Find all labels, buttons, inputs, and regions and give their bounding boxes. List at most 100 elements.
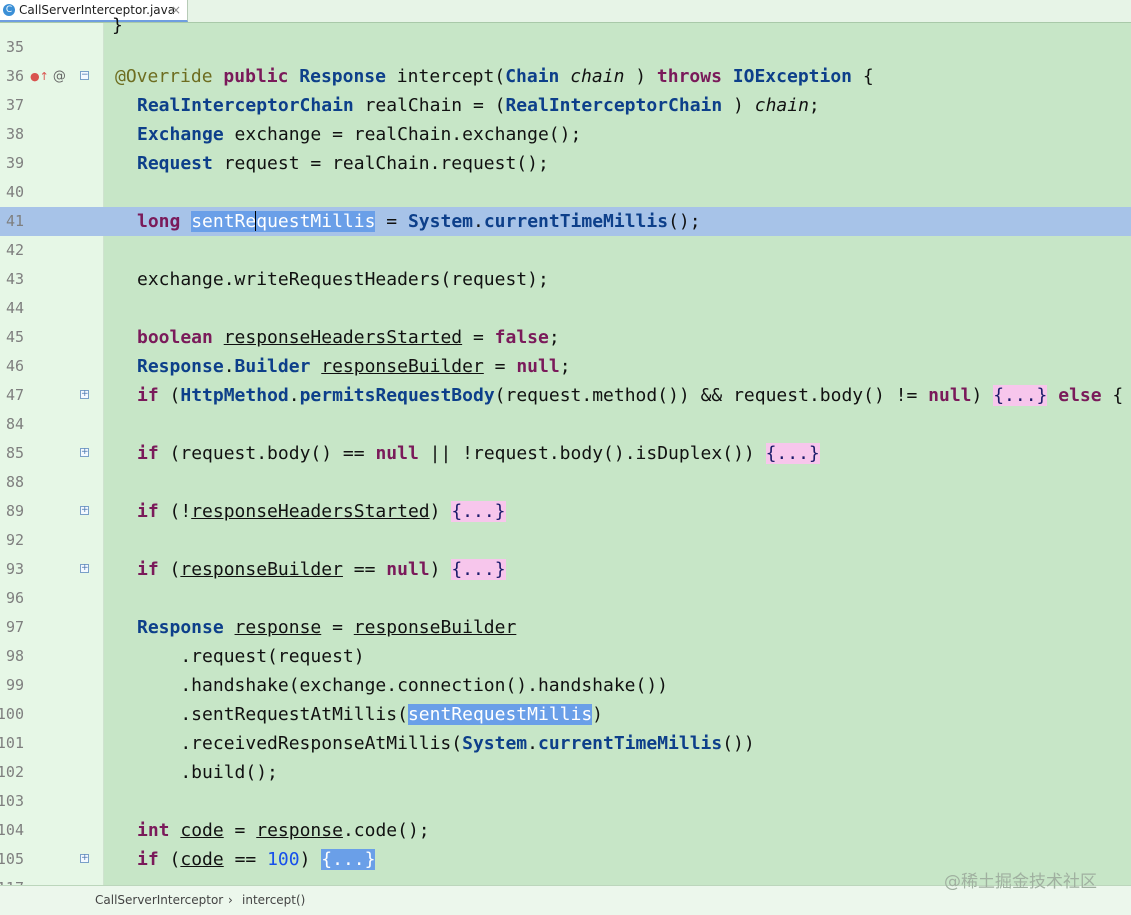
code-text[interactable]: Exchange exchange = realChain.exchange()… (137, 120, 581, 149)
code-line[interactable]: 41 long sentRequestMillis = System.curren… (0, 207, 1131, 236)
code-line[interactable]: 40 (0, 178, 1131, 207)
code-text[interactable]: if (code == 100) {...} (137, 845, 376, 874)
line-number[interactable]: 35 (0, 33, 24, 62)
code-text[interactable]: .handshake(exchange.connection().handsha… (137, 671, 668, 700)
code-line[interactable]: 46 Response.Builder responseBuilder = nul… (0, 352, 1131, 381)
code-text[interactable]: int code = response.code(); (137, 816, 430, 845)
code-line[interactable]: 85 + if (request.body() == null || !reques… (0, 439, 1131, 468)
code-line[interactable]: 99 .handshake(exchange.connection().hand… (0, 671, 1131, 700)
folded-region[interactable]: {...} (765, 443, 820, 464)
folded-region[interactable]: {...} (451, 559, 506, 580)
code-text[interactable]: .sentRequestAtMillis(sentRequestMillis) (137, 700, 603, 729)
fold-expand-icon[interactable]: + (80, 390, 89, 399)
override-arrow-icon[interactable]: ●↑ (30, 70, 49, 83)
folded-region[interactable]: {...} (321, 849, 376, 870)
breadcrumb-method[interactable]: intercept() (242, 886, 305, 915)
code-text[interactable]: if (HttpMethod.permitsRequestBody(reques… (137, 381, 1123, 410)
code-line[interactable]: 103 (0, 787, 1131, 816)
code-line[interactable]: 43 exchange.writeRequestHeaders(request); (0, 265, 1131, 294)
line-number[interactable]: 103 (0, 787, 24, 816)
code-line[interactable]: 44 (0, 294, 1131, 323)
line-number[interactable]: 88 (0, 468, 24, 497)
code-text[interactable]: if (responseBuilder == null) {...} (137, 555, 506, 584)
line-number[interactable]: 97 (0, 613, 24, 642)
fold-expand-icon[interactable]: + (80, 506, 89, 515)
code-text[interactable]: long sentRequestMillis = System.currentT… (137, 207, 701, 236)
code-text[interactable]: .receivedResponseAtMillis(System.current… (137, 729, 754, 758)
line-number[interactable]: 37 (0, 91, 24, 120)
line-number[interactable]: 40 (0, 178, 24, 207)
tab-callserverinterceptor[interactable]: C CallServerInterceptor.java × (0, 0, 188, 22)
code-text[interactable]: .request(request) (137, 642, 364, 671)
fold-expand-icon[interactable]: + (80, 564, 89, 573)
code-line[interactable]: 97 Response response = responseBuilder (0, 613, 1131, 642)
code-line[interactable]: 98 .request(request) (0, 642, 1131, 671)
line-number[interactable]: 84 (0, 410, 24, 439)
code-line[interactable]: 104 int code = response.code(); (0, 816, 1131, 845)
line-number[interactable]: 104 (0, 816, 24, 845)
code-text[interactable]: Request request = realChain.request(); (137, 149, 549, 178)
line-number[interactable]: 92 (0, 526, 24, 555)
code-line[interactable]: 96 (0, 584, 1131, 613)
code-token: exchange = realChain.exchange(); (223, 124, 582, 145)
fold-expand-icon[interactable]: + (80, 854, 89, 863)
line-number[interactable]: 44 (0, 294, 24, 323)
code-text[interactable]: if (!responseHeadersStarted) {...} (137, 497, 506, 526)
code-line[interactable]: 89 + if (!responseHeadersStarted) {...} (0, 497, 1131, 526)
code-text[interactable]: .build(); (137, 758, 278, 787)
line-number[interactable]: 100 (0, 700, 24, 729)
gutter-markers[interactable]: ●↑ @ (30, 62, 66, 91)
code-line[interactable]: 36 ●↑ @ − @Override public Response intercep… (0, 62, 1131, 91)
line-number[interactable]: 96 (0, 584, 24, 613)
code-line[interactable]: 47 + if (HttpMethod.permitsRequestBody(req… (0, 381, 1131, 410)
code-line[interactable]: 102 .build(); (0, 758, 1131, 787)
code-line[interactable]: 88 (0, 468, 1131, 497)
folded-region[interactable]: {...} (993, 385, 1048, 406)
code-text[interactable]: exchange.writeRequestHeaders(request); (137, 265, 549, 294)
line-number[interactable]: 47 (0, 381, 24, 410)
code-line[interactable]: 45 boolean responseHeadersStarted = false… (0, 323, 1131, 352)
line-number[interactable]: 101 (0, 729, 24, 758)
folded-region[interactable]: {...} (451, 501, 506, 522)
code-text[interactable]: RealInterceptorChain realChain = (RealIn… (137, 91, 820, 120)
code-text[interactable]: Response response = responseBuilder (137, 613, 516, 642)
line-number[interactable]: 41 (0, 207, 24, 236)
fold-expand-icon[interactable]: + (80, 448, 89, 457)
code-line[interactable]: 100 .sentRequestAtMillis(sentRequestMill… (0, 700, 1131, 729)
code-line[interactable]: 93 + if (responseBuilder == null) {...} (0, 555, 1131, 584)
code-text[interactable]: @Override public Response intercept(Chai… (115, 62, 874, 91)
line-number[interactable]: 85 (0, 439, 24, 468)
line-number[interactable]: 43 (0, 265, 24, 294)
line-number[interactable]: 102 (0, 758, 24, 787)
fold-collapse-icon[interactable]: − (80, 71, 89, 80)
line-number[interactable]: 89 (0, 497, 24, 526)
code-token: { (852, 66, 874, 87)
line-number[interactable]: 93 (0, 555, 24, 584)
line-number[interactable]: 45 (0, 323, 24, 352)
close-icon[interactable]: × (171, 3, 181, 17)
line-number[interactable]: 36 (0, 62, 24, 91)
line-number[interactable]: 98 (0, 642, 24, 671)
code-text[interactable]: Response.Builder responseBuilder = null; (137, 352, 571, 381)
code-line[interactable]: 42 (0, 236, 1131, 265)
code-line[interactable]: 39 Request request = realChain.request(); (0, 149, 1131, 178)
line-number[interactable]: 117 (0, 874, 24, 885)
line-number[interactable]: 39 (0, 149, 24, 178)
breadcrumb-class[interactable]: CallServerInterceptor (95, 886, 223, 915)
line-number[interactable]: 46 (0, 352, 24, 381)
code-text[interactable]: boolean responseHeadersStarted = false; (137, 323, 560, 352)
code-line[interactable]: 84 (0, 410, 1131, 439)
code-line[interactable]: 101 .receivedResponseAtMillis(System.cur… (0, 729, 1131, 758)
code-token: IOException (732, 66, 853, 87)
line-number[interactable]: 38 (0, 120, 24, 149)
code-line[interactable]: 38 Exchange exchange = realChain.exchange… (0, 120, 1131, 149)
annotation-icon[interactable]: @ (53, 69, 66, 84)
code-line[interactable]: 92 (0, 526, 1131, 555)
line-number[interactable]: 42 (0, 236, 24, 265)
code-text[interactable]: if (request.body() == null || !request.b… (137, 439, 820, 468)
line-number[interactable]: 105 (0, 845, 24, 874)
code-line[interactable]: 35 (0, 33, 1131, 62)
line-number[interactable]: 99 (0, 671, 24, 700)
code-line[interactable]: 37 RealInterceptorChain realChain = (Real… (0, 91, 1131, 120)
code-editor[interactable]: 35 36 ●↑ @ − @Override public Response interc… (0, 23, 1131, 885)
